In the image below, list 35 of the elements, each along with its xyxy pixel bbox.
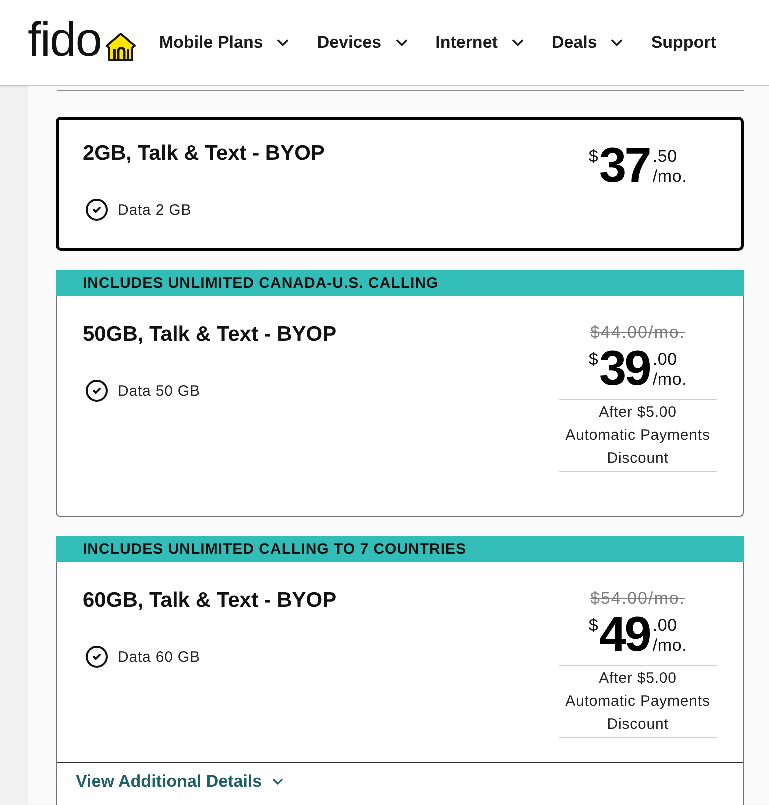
view-details-link[interactable]: View Additional Details: [76, 771, 286, 793]
nav-link[interactable]: Support: [651, 32, 716, 52]
currency-symbol: $: [588, 616, 598, 636]
check-circle-icon: [85, 198, 109, 222]
price-cents: .00: [652, 350, 678, 370]
currency-symbol: $: [588, 147, 598, 167]
check-circle-icon: [85, 379, 109, 403]
plan-title: 60GB, Talk & Text - BYOP: [83, 588, 337, 614]
check-circle-icon: [85, 645, 109, 669]
price-dollars: 39: [599, 344, 650, 394]
fido-logo[interactable]: fido: [28, 18, 138, 62]
nav-menu-button[interactable]: Deals: [552, 32, 626, 52]
feature-text: Data 50 GB: [118, 382, 200, 400]
original-price: $44.00/mo.: [590, 322, 686, 344]
price-cents: .50: [652, 147, 678, 167]
house-icon: [105, 32, 138, 62]
price-cents: .00: [652, 616, 678, 636]
price-period: /mo.: [652, 636, 688, 656]
plan-title: 50GB, Talk & Text - BYOP: [83, 322, 337, 348]
plan-banner: INCLUDES UNLIMITED CALLING TO 7 COUNTRIES: [56, 536, 744, 562]
price-dollars: 37: [599, 141, 650, 191]
feature-text: Data 60 GB: [118, 648, 200, 666]
price-period: /mo.: [652, 370, 688, 390]
nav-menu-button[interactable]: Devices: [317, 32, 411, 52]
currency-symbol: $: [588, 350, 598, 370]
price-period: /mo.: [652, 167, 688, 187]
nav-menu-button[interactable]: Internet: [436, 32, 527, 52]
discount-note: After $5.00 Automatic Payments Discount: [559, 665, 717, 738]
original-price: $54.00/mo.: [590, 588, 686, 610]
plan-title: 2GB, Talk & Text - BYOP: [83, 141, 325, 167]
discount-note: After $5.00 Automatic Payments Discount: [559, 399, 717, 472]
plan-banner: INCLUDES UNLIMITED CANADA-U.S. CALLING: [56, 270, 744, 296]
feature-text: Data 2 GB: [118, 202, 192, 218]
price-dollars: 49: [599, 610, 650, 660]
nav-menu-button[interactable]: Mobile Plans: [159, 32, 292, 52]
